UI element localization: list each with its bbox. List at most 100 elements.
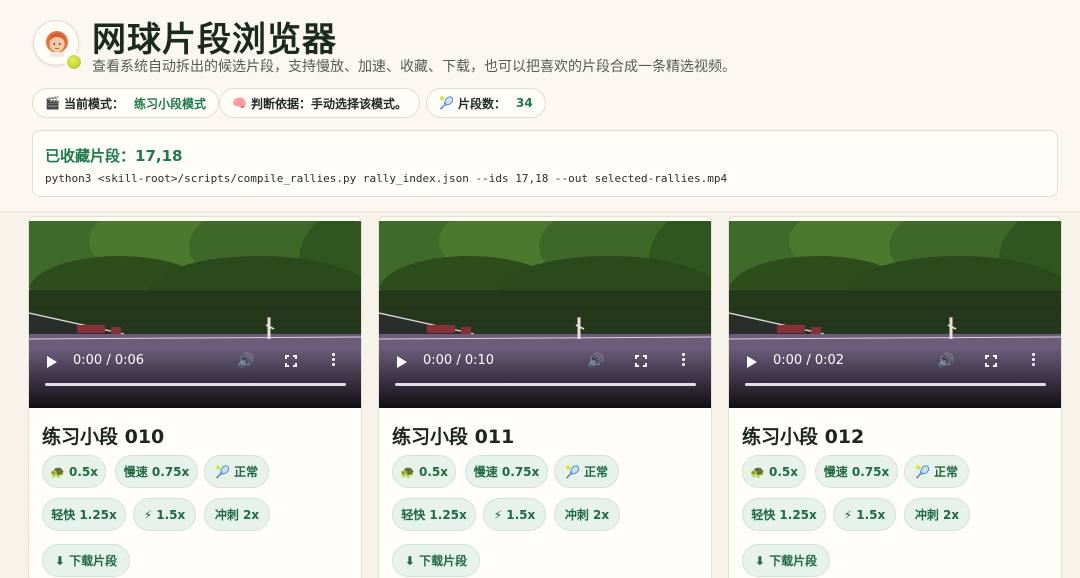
download-clip-button[interactable]: ⬇ 下载片段: [392, 544, 480, 577]
speed-button-label: 正常: [583, 465, 608, 479]
speed-button-label: 慢速 0.75x: [123, 465, 190, 479]
turtle-icon: 🐢: [400, 464, 415, 479]
turtle-icon: 🐢: [750, 464, 765, 479]
speed-1-5x-button[interactable]: ⚡ 1.5x: [133, 498, 196, 531]
download-clip-button[interactable]: ⬇ 下载片段: [42, 544, 130, 577]
speed-normal-button[interactable]: 🎾 正常: [204, 455, 269, 488]
speed-button-label: 冲刺 2x: [564, 508, 610, 522]
download-clip-button[interactable]: ⬇ 下载片段: [742, 544, 830, 577]
favorites-title: 已收藏片段：17,18: [45, 147, 183, 165]
clip-card: 0:00 / 0:10 🔊 练习小段 011 🐢 0.5x 慢速 0.75x 🎾 正常轻快…: [378, 216, 712, 578]
speed-0-75x-button[interactable]: 慢速 0.75x: [115, 455, 198, 488]
speed-1-25x-button[interactable]: 轻快 1.25x: [392, 498, 476, 531]
more-options-icon[interactable]: [332, 353, 336, 369]
lightning-icon: ⚡: [843, 507, 853, 522]
person-icon: [46, 31, 68, 57]
fullscreen-icon[interactable]: [285, 355, 297, 367]
basis-label: 判断依据：手动选择该模式。: [250, 96, 407, 111]
video-controls: 0:00 / 0:06 🔊: [29, 348, 361, 408]
avatar: [33, 20, 83, 71]
speed-button-label: 冲刺 2x: [914, 508, 960, 522]
video-time: 0:00 / 0:10: [423, 353, 495, 368]
clip-title: 练习小段 011: [392, 426, 515, 448]
video-player[interactable]: 0:00 / 0:02 🔊: [729, 221, 1061, 408]
brain-icon: 🧠: [232, 96, 247, 110]
speed-2x-button[interactable]: 冲刺 2x: [554, 498, 620, 531]
clip-count-pill: 🎾 片段数： 34: [426, 88, 546, 118]
speed-button-label: 正常: [933, 465, 958, 479]
volume-icon[interactable]: 🔊: [237, 353, 254, 369]
speed-2x-button[interactable]: 冲刺 2x: [904, 498, 970, 531]
more-options-icon[interactable]: [682, 353, 686, 369]
video-progress-bar[interactable]: [395, 383, 696, 386]
speed-normal-button[interactable]: 🎾 正常: [904, 455, 969, 488]
lightning-icon: ⚡: [143, 507, 153, 522]
speed-button-label: 1.5x: [506, 507, 536, 522]
mode-pill: 🎬 当前模式： 练习小段模式: [32, 88, 219, 118]
speed-1-5x-button[interactable]: ⚡ 1.5x: [833, 498, 896, 531]
compile-command: python3 <skill-root>/scripts/compile_ral…: [45, 172, 728, 185]
basis-pill: 🧠 判断依据：手动选择该模式。: [219, 88, 420, 118]
page-title: 网球片段浏览器: [92, 20, 337, 60]
video-progress-bar[interactable]: [45, 383, 346, 386]
speed-button-label: 慢速 0.75x: [473, 465, 540, 479]
speed-1-5x-button[interactable]: ⚡ 1.5x: [483, 498, 546, 531]
speed-1-25x-button[interactable]: 轻快 1.25x: [742, 498, 826, 531]
speed-button-label: 轻快 1.25x: [401, 508, 467, 522]
clip-card: 0:00 / 0:02 🔊 练习小段 012 🐢 0.5x 慢速 0.75x 🎾 正常轻快…: [728, 216, 1062, 578]
clip-count-label: 片段数：: [457, 96, 506, 111]
speed-button-label: 正常: [233, 465, 258, 479]
fullscreen-icon[interactable]: [985, 355, 997, 367]
tennis-ball-icon: 🎾: [915, 464, 930, 479]
tennis-ball-icon: 🎾: [565, 464, 580, 479]
video-controls: 0:00 / 0:02 🔊: [729, 348, 1061, 408]
tennis-ball-icon: 🎾: [439, 96, 454, 110]
more-options-icon[interactable]: [1032, 353, 1036, 369]
speed-1-25x-button[interactable]: 轻快 1.25x: [42, 498, 126, 531]
tennis-ball-icon: [65, 53, 83, 71]
speed-0-5x-button[interactable]: 🐢 0.5x: [42, 455, 106, 488]
clapperboard-icon: 🎬: [45, 96, 60, 110]
video-time: 0:00 / 0:06: [73, 353, 145, 368]
video-player[interactable]: 0:00 / 0:06 🔊: [29, 221, 361, 408]
fullscreen-icon[interactable]: [635, 355, 647, 367]
clip-title: 练习小段 012: [742, 426, 865, 448]
speed-0-5x-button[interactable]: 🐢 0.5x: [742, 455, 806, 488]
speed-button-label: 0.5x: [68, 464, 98, 479]
speed-button-label: 冲刺 2x: [214, 508, 260, 522]
speed-0-75x-button[interactable]: 慢速 0.75x: [815, 455, 898, 488]
speed-button-label: 慢速 0.75x: [823, 465, 890, 479]
volume-icon[interactable]: 🔊: [937, 353, 954, 369]
video-player[interactable]: 0:00 / 0:10 🔊: [379, 221, 711, 408]
speed-button-label: 1.5x: [156, 507, 186, 522]
video-time: 0:00 / 0:02: [773, 353, 845, 368]
clip-card: 0:00 / 0:06 🔊 练习小段 010 🐢 0.5x 慢速 0.75x 🎾 正常轻快…: [28, 216, 362, 578]
download-button-label: ⬇ 下载片段: [754, 554, 818, 568]
download-button-label: ⬇ 下载片段: [404, 554, 468, 568]
play-icon[interactable]: [397, 356, 407, 368]
favorites-panel: 已收藏片段：17,18 python3 <skill-root>/scripts…: [32, 130, 1058, 197]
mode-label: 当前模式：: [63, 96, 124, 111]
speed-0-75x-button[interactable]: 慢速 0.75x: [465, 455, 548, 488]
speed-button-label: 1.5x: [856, 507, 886, 522]
video-controls: 0:00 / 0:10 🔊: [379, 348, 711, 408]
lightning-icon: ⚡: [493, 507, 503, 522]
speed-button-label: 0.5x: [418, 464, 448, 479]
speed-normal-button[interactable]: 🎾 正常: [554, 455, 619, 488]
speed-button-label: 轻快 1.25x: [751, 508, 817, 522]
clip-count-value: 34: [515, 96, 533, 110]
speed-button-label: 轻快 1.25x: [51, 508, 117, 522]
turtle-icon: 🐢: [50, 464, 65, 479]
mode-value: 练习小段模式: [133, 96, 206, 111]
tennis-ball-icon: 🎾: [215, 464, 230, 479]
page-header: 网球片段浏览器 查看系统自动拆出的候选片段，支持慢放、加速、收藏、下载，也可以把…: [0, 0, 1080, 212]
speed-button-label: 0.5x: [768, 464, 798, 479]
video-progress-bar[interactable]: [745, 383, 1046, 386]
speed-0-5x-button[interactable]: 🐢 0.5x: [392, 455, 456, 488]
play-icon[interactable]: [47, 356, 57, 368]
speed-2x-button[interactable]: 冲刺 2x: [204, 498, 270, 531]
play-icon[interactable]: [747, 356, 757, 368]
download-button-label: ⬇ 下载片段: [54, 554, 118, 568]
clip-title: 练习小段 010: [42, 426, 165, 448]
volume-icon[interactable]: 🔊: [587, 353, 604, 369]
